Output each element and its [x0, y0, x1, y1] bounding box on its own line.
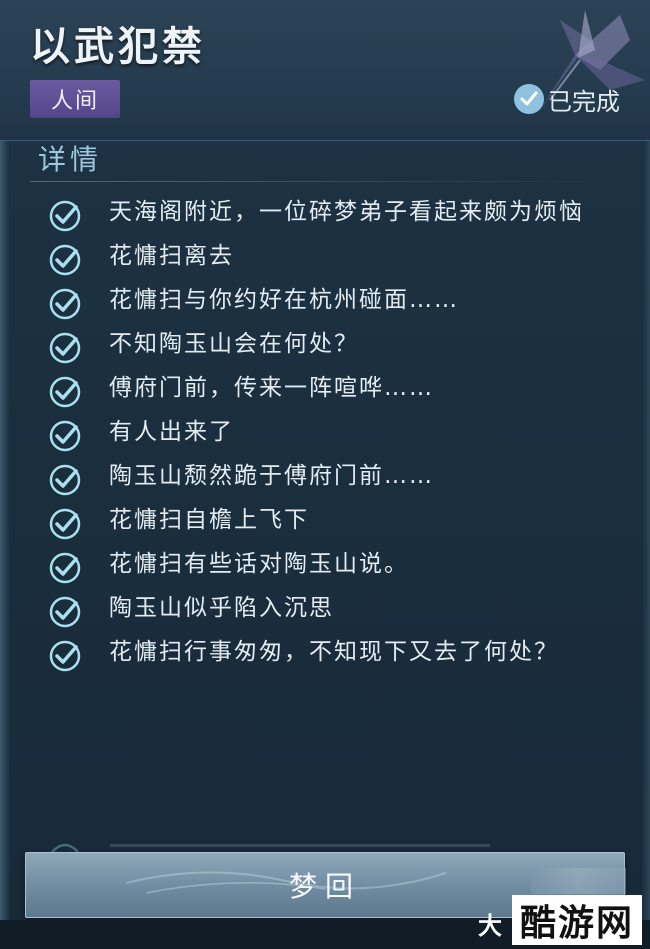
- step-check-icon: [48, 595, 82, 629]
- completion-status-label: 已完成: [548, 87, 620, 116]
- quest-step-text: 花慵扫行事匆匆，不知现下又去了何处？: [109, 639, 559, 665]
- step-check-icon: [48, 507, 82, 541]
- panel-left-edge: [0, 0, 10, 949]
- quest-step-text: 花慵扫有些话对陶玉山说。: [109, 551, 409, 577]
- step-check-icon: [48, 287, 82, 321]
- quest-step-text: 陶玉山似乎陷入沉思: [109, 595, 334, 621]
- step-check-icon: [48, 639, 82, 673]
- quest-step: 陶玉山颓然跪于傅府门前……: [48, 454, 628, 498]
- quest-step: 有人出来了: [48, 410, 628, 454]
- step-check-icon: [48, 199, 82, 233]
- quest-step-text: 花慵扫自檐上飞下: [109, 507, 309, 533]
- quest-step-text: 花慵扫与你约好在杭州碰面……: [109, 287, 459, 313]
- quest-step: 花慵扫自檐上飞下: [48, 498, 628, 542]
- quest-step: 傅府门前，传来一阵喧哗……: [48, 366, 628, 410]
- step-check-icon: [48, 375, 82, 409]
- details-section-title: 详情: [38, 143, 103, 176]
- quest-step: 陶玉山似乎陷入沉思: [48, 586, 628, 630]
- quest-step-text: 有人出来了: [109, 419, 234, 445]
- quest-step-text: 傅府门前，传来一阵喧哗……: [109, 375, 434, 401]
- panel-right-edge: [642, 0, 650, 949]
- quest-step: 花慵扫有些话对陶玉山说。: [48, 542, 628, 586]
- step-check-icon: [48, 551, 82, 585]
- corner-text: 大: [478, 912, 502, 940]
- quest-step: 天海阁附近，一位碎梦弟子看起来颇为烦恼: [48, 190, 628, 234]
- step-check-icon: [48, 419, 82, 453]
- step-check-icon: [48, 331, 82, 365]
- completion-status: 已完成: [514, 82, 620, 116]
- quest-step-text: 陶玉山颓然跪于傅府门前……: [109, 463, 434, 489]
- quest-step: 花慵扫行事匆匆，不知现下又去了何处？: [48, 630, 628, 674]
- section-divider: [30, 181, 620, 182]
- quest-step-text: 不知陶玉山会在何处？: [109, 331, 359, 357]
- quest-panel: 以武犯禁 人间 已完成 详情 天海阁附近，一位碎梦弟子看起来颇为烦恼 花慵扫离去…: [0, 0, 650, 949]
- quest-title: 以武犯禁: [30, 24, 206, 70]
- quest-step-text: 天海阁附近，一位碎梦弟子看起来颇为烦恼: [109, 199, 584, 225]
- completed-check-icon: [514, 84, 544, 114]
- blurred-region: [530, 868, 626, 894]
- quest-header: 以武犯禁 人间 已完成: [0, 0, 650, 141]
- button-swirl-icon: [126, 871, 446, 894]
- step-check-icon: [48, 463, 82, 497]
- dream-replay-label: 梦回: [288, 870, 361, 903]
- site-watermark: 酷游网: [511, 895, 642, 945]
- quest-category-tag: 人间: [30, 80, 120, 118]
- quest-step: 不知陶玉山会在何处？: [48, 322, 628, 366]
- step-check-icon: [48, 243, 82, 277]
- quest-step: 花慵扫与你约好在杭州碰面……: [48, 278, 628, 322]
- quest-step-text: 花慵扫离去: [109, 243, 234, 269]
- quest-step: 花慵扫离去: [48, 234, 628, 278]
- quest-step-list[interactable]: 天海阁附近，一位碎梦弟子看起来颇为烦恼 花慵扫离去 花慵扫与你约好在杭州碰面………: [48, 190, 628, 674]
